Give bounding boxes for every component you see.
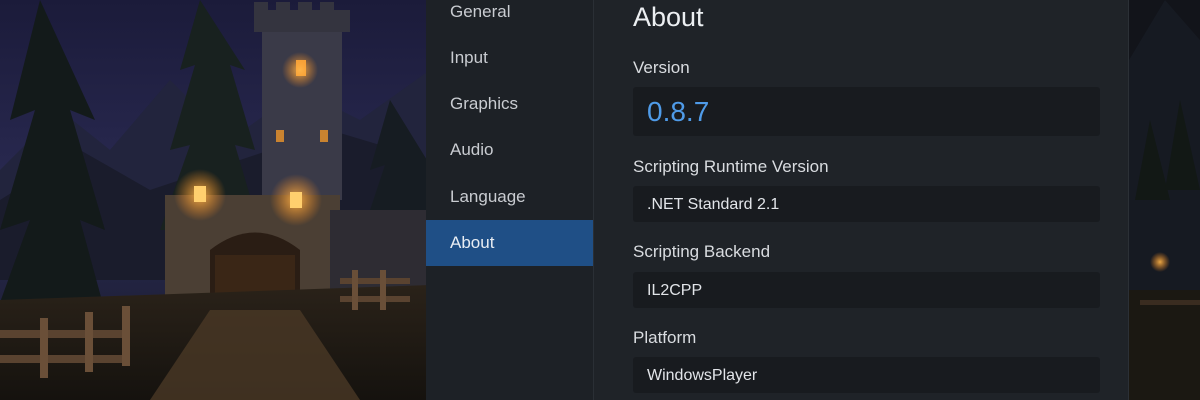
runtime-version-label: Scripting Runtime Version xyxy=(633,157,829,176)
sidebar-item-language[interactable]: Language xyxy=(426,174,593,220)
scripting-backend-value: IL2CPP xyxy=(647,282,703,299)
version-label: Version xyxy=(633,58,690,77)
sidebar-item-graphics[interactable]: Graphics xyxy=(426,81,593,127)
about-panel: About Version 0.8.7 Scripting Runtime Ve… xyxy=(594,0,1129,400)
sidebar-item-input[interactable]: Input xyxy=(426,35,593,81)
runtime-version-field: .NET Standard 2.1 xyxy=(633,186,1100,222)
game-settings-screen: General Input Graphics Audio Language Ab… xyxy=(0,0,1200,400)
platform-label: Platform xyxy=(633,328,697,347)
scripting-backend-field: IL2CPP xyxy=(633,272,1100,308)
settings-sidebar: General Input Graphics Audio Language Ab… xyxy=(426,0,594,400)
platform-value: WindowsPlayer xyxy=(647,367,758,384)
sidebar-item-audio[interactable]: Audio xyxy=(426,127,593,173)
sidebar-item-about[interactable]: About xyxy=(426,220,593,266)
platform-field: WindowsPlayer xyxy=(633,357,1100,393)
version-value: 0.8.7 xyxy=(647,96,710,127)
scripting-backend-label: Scripting Backend xyxy=(633,242,771,261)
runtime-version-value: .NET Standard 2.1 xyxy=(647,196,780,213)
version-field: 0.8.7 xyxy=(633,87,1100,136)
page-title: About xyxy=(633,2,704,32)
sidebar-item-general[interactable]: General xyxy=(426,0,593,35)
